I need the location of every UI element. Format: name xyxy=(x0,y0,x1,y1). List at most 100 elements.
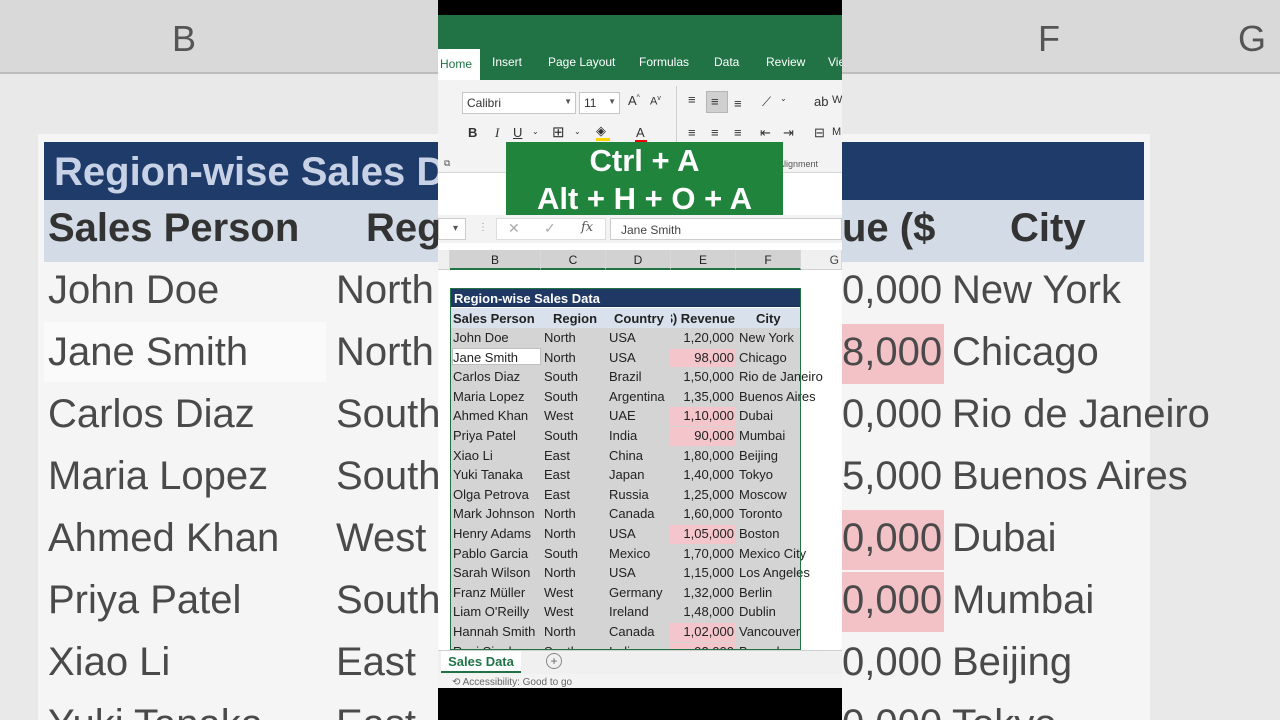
table-row[interactable]: Sarah Wilson North USA 1,15,000 Los Angeles xyxy=(450,563,842,583)
orientation-icon[interactable]: ⟋ xyxy=(762,94,771,110)
table-row[interactable]: Carlos Diaz South Brazil 1,50,000 Rio de Jan… xyxy=(450,367,842,387)
chevron-down-icon[interactable]: ⌄ xyxy=(780,94,787,103)
bg-header-row: Sales Person Regi xyxy=(44,200,438,262)
column-header-c[interactable]: C xyxy=(541,250,606,270)
table-row[interactable]: Olga Petrova East Russia 1,25,000 Moscow xyxy=(450,485,842,505)
table-row[interactable]: Maria Lopez South Argentina 1,35,000 Buenos … xyxy=(450,387,842,407)
table-row[interactable]: Priya Patel South India 90,000 Mumbai xyxy=(450,426,842,446)
bg-city-cell: Dubai xyxy=(952,516,1057,560)
sheet-tab-sales-data[interactable]: Sales Data xyxy=(441,651,521,673)
cell-revenue: 1,25,000 xyxy=(683,486,734,502)
table-row[interactable]: Pablo Garcia South Mexico 1,70,000 Mexico Ci… xyxy=(450,544,842,564)
bg-region-cell: North xyxy=(336,268,434,312)
table-row[interactable]: Ahmed Khan West UAE 1,10,000 Dubai xyxy=(450,406,842,426)
tab-page-layout[interactable]: Page Layout xyxy=(548,55,615,69)
align-center-icon[interactable]: ≡ xyxy=(711,125,719,140)
cell-country: India xyxy=(609,428,638,443)
cell-revenue: 1,60,000 xyxy=(683,506,734,522)
table-row[interactable]: Hannah Smith North Canada 1,02,000 Vancouver xyxy=(450,622,842,642)
wrap-text-label[interactable]: W xyxy=(832,94,842,106)
increase-indent-icon[interactable]: ⇥ xyxy=(783,125,794,141)
table-row[interactable]: Xiao Li East China 1,80,000 Beijing xyxy=(450,446,842,466)
tab-data[interactable]: Data xyxy=(714,55,739,69)
bold-button[interactable]: B xyxy=(468,125,477,140)
table-row[interactable]: Henry Adams North USA 1,05,000 Boston xyxy=(450,524,842,544)
tab-view[interactable]: Vie xyxy=(828,55,842,69)
cell-country: Canada xyxy=(609,624,655,639)
add-sheet-button[interactable]: + xyxy=(546,653,562,669)
font-size-dropdown[interactable]: 11 ▼ xyxy=(579,92,620,114)
cell-region: East xyxy=(544,447,571,463)
chevron-down-icon: ▼ xyxy=(608,97,616,106)
cell-sales-person: Liam O'Reilly xyxy=(453,604,530,620)
excel-window: Home Insert Page Layout Formulas Data Re… xyxy=(438,15,842,688)
bg-name-cell: Jane Smith xyxy=(48,330,249,374)
chevron-down-icon[interactable]: ⌄ xyxy=(532,127,539,136)
name-box[interactable]: ▾ xyxy=(438,218,466,240)
table-row[interactable]: Yuki Tanaka East Japan 1,40,000 Tokyo xyxy=(450,465,842,485)
tab-insert[interactable]: Insert xyxy=(492,55,522,69)
tab-formulas[interactable]: Formulas xyxy=(639,55,689,69)
tab-review[interactable]: Review xyxy=(766,55,805,69)
font-dialog-launcher-icon[interactable]: ⧉ xyxy=(444,158,450,169)
bg-header-revenue: ue ($ xyxy=(842,206,936,250)
formula-input[interactable]: Jane Smith xyxy=(610,218,842,240)
cell-region: North xyxy=(544,330,576,345)
accessibility-icon: ⟲ xyxy=(452,677,463,688)
bg-col-b: B xyxy=(172,18,197,59)
bg-name-cell: John Doe xyxy=(48,268,220,312)
enter-icon[interactable]: ✓ xyxy=(544,220,556,237)
cell-revenue: 1,02,000 xyxy=(683,624,734,639)
insert-function-icon[interactable]: fx xyxy=(581,220,593,235)
header-city: City xyxy=(756,311,781,326)
cell-city: Boston xyxy=(739,526,780,541)
borders-icon[interactable]: ⊞ xyxy=(552,123,565,141)
merge-icon[interactable]: ⊟ xyxy=(814,125,825,141)
chevron-down-icon[interactable]: ⌄ xyxy=(574,127,581,136)
cell-country: UAE xyxy=(609,408,636,424)
bg-city-cell: Beijing xyxy=(952,640,1073,684)
align-left-icon[interactable]: ≡ xyxy=(688,125,696,140)
table-row[interactable]: Franz Müller West Germany 1,32,000 Berlin xyxy=(450,583,842,603)
align-middle-icon[interactable]: ≡ xyxy=(711,94,719,109)
italic-button[interactable]: I xyxy=(495,125,499,141)
cell-region: South xyxy=(544,545,578,561)
font-color-icon[interactable]: A xyxy=(636,125,645,140)
cancel-icon[interactable]: ✕ xyxy=(508,220,520,237)
cell-country: Canada xyxy=(609,506,655,522)
cell-sales-person: Olga Petrova xyxy=(453,486,529,502)
worksheet-grid[interactable]: Region-wise Sales Data Sales Person Regi… xyxy=(438,270,842,662)
bg-revenue-cell: 5,000 xyxy=(842,454,943,498)
decrease-indent-icon[interactable]: ⇤ xyxy=(760,125,771,141)
increase-font-size-icon[interactable]: A^ xyxy=(628,93,640,108)
table-row[interactable]: Jane Smith North USA 98,000 Chicago xyxy=(450,347,842,368)
decrease-font-size-icon[interactable]: Av xyxy=(650,95,661,108)
cell-revenue: 1,80,000 xyxy=(683,447,734,463)
cell-sales-person: Pablo Garcia xyxy=(453,545,529,561)
fill-color-swatch xyxy=(596,138,610,141)
column-header-d[interactable]: D xyxy=(606,250,671,270)
tab-home[interactable]: Home xyxy=(438,49,480,80)
column-header-f[interactable]: F xyxy=(736,250,801,270)
wrap-text-icon[interactable]: ab xyxy=(814,94,828,109)
font-name-dropdown[interactable]: Calibri ▼ xyxy=(462,92,576,114)
table-row[interactable]: John Doe North USA 1,20,000 New York xyxy=(450,328,842,348)
merge-label[interactable]: M xyxy=(832,126,841,138)
align-bottom-icon[interactable]: ≡ xyxy=(734,96,742,111)
bg-title: Region-wise Sales Da xyxy=(54,150,438,194)
cell-city: Vancouver xyxy=(739,624,801,639)
column-header-g[interactable]: G xyxy=(801,250,842,270)
fill-color-icon[interactable]: ◈ xyxy=(596,123,606,139)
header-region: Region xyxy=(553,311,598,326)
column-header-e[interactable]: E xyxy=(671,250,736,270)
cell-country: USA xyxy=(609,526,636,541)
select-all-corner[interactable] xyxy=(438,250,450,270)
bg-title-bar-right xyxy=(842,142,1144,202)
underline-button[interactable]: U xyxy=(513,125,522,140)
table-row[interactable]: Mark Johnson North Canada 1,60,000 Toronto xyxy=(450,504,842,524)
table-row[interactable]: Liam O'Reilly West Ireland 1,48,000 Dublin xyxy=(450,602,842,622)
align-right-icon[interactable]: ≡ xyxy=(734,125,742,140)
column-header-b[interactable]: B xyxy=(450,250,541,270)
align-top-icon[interactable]: ≡ xyxy=(688,92,696,107)
table-title: Region-wise Sales Data xyxy=(450,288,801,307)
